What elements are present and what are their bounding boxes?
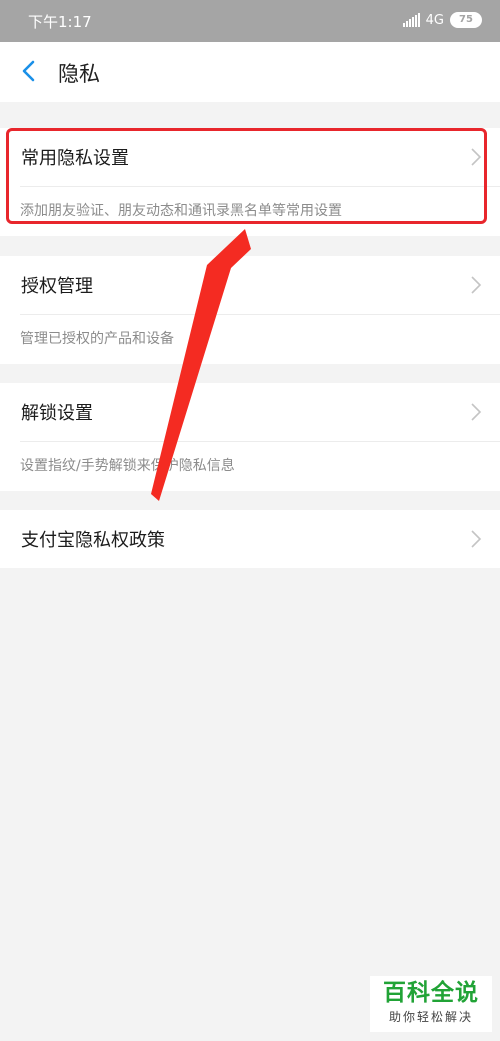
chevron-right-icon [471,403,482,421]
watermark-slogan: 助你轻松解决 [388,1010,473,1024]
status-bar: 下午1:17 4G 75 [0,0,500,42]
chevron-right-icon [471,530,482,548]
row-description: 管理已授权的产品和设备 [20,331,174,347]
status-indicators: 4G 75 [402,12,482,28]
row-common-privacy[interactable]: 常用隐私设置 [0,128,500,186]
page-title: 隐私 [58,62,100,86]
row-privacy-policy[interactable]: 支付宝隐私权政策 [0,510,500,568]
section-common-privacy: 常用隐私设置 添加朋友验证、朋友动态和通讯录黑名单等常用设置 [0,128,500,236]
row-title: 授权管理 [21,276,93,297]
row-title: 解锁设置 [21,403,93,424]
chevron-left-icon [22,60,35,82]
row-title: 支付宝隐私权政策 [21,530,165,551]
chevron-right-icon [471,148,482,166]
section-unlock: 解锁设置 设置指纹/手势解锁来保护隐私信息 [0,383,500,491]
watermark: 百科全说 助你轻松解决 [370,976,492,1032]
row-authorization[interactable]: 授权管理 [0,256,500,314]
row-description: 设置指纹/手势解锁来保护隐私信息 [20,458,235,474]
battery-icon: 75 [450,12,482,28]
chevron-right-icon [471,276,482,294]
watermark-logo: 百科全说 [383,980,479,1006]
status-time: 下午1:17 [28,13,92,31]
back-button[interactable] [18,58,42,84]
nav-bar: 隐私 [0,42,500,102]
signal-icon [402,13,420,27]
row-title: 常用隐私设置 [21,148,129,169]
section-authorization: 授权管理 管理已授权的产品和设备 [0,256,500,364]
network-label: 4G [425,12,444,28]
row-description: 添加朋友验证、朋友动态和通讯录黑名单等常用设置 [20,203,342,219]
section-privacy-policy: 支付宝隐私权政策 [0,510,500,568]
row-unlock[interactable]: 解锁设置 [0,383,500,441]
